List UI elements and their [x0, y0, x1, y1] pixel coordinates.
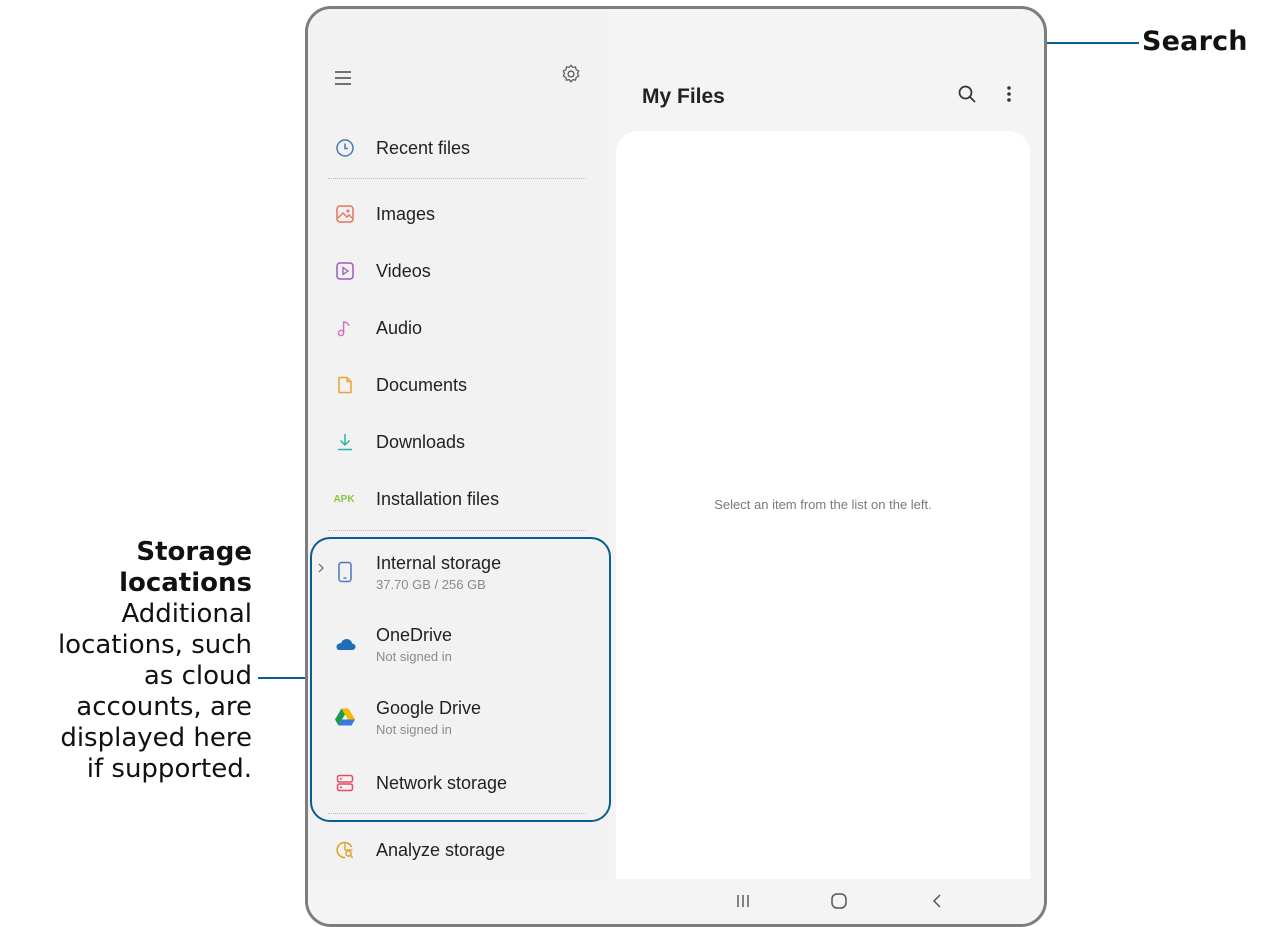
- sidebar-item-label: Videos: [376, 260, 431, 281]
- tablet-frame: Recent files Images Videos Audio Documen…: [305, 6, 1047, 927]
- sidebar-item-onedrive[interactable]: OneDrive Not signed in: [308, 619, 608, 669]
- storage-callout-title-1: Storage: [136, 537, 252, 567]
- sidebar-item-label: Installation files: [376, 488, 500, 509]
- clock-icon: [334, 137, 356, 159]
- sidebar: Recent files Images Videos Audio Documen…: [308, 9, 611, 879]
- recent-apps-icon[interactable]: [723, 887, 763, 915]
- music-note-icon: [334, 317, 356, 339]
- storage-callout-line-1: Additional: [121, 599, 252, 629]
- divider: [328, 178, 586, 179]
- sidebar-item-label: Network storage: [376, 772, 508, 793]
- onedrive-cloud-icon: [334, 633, 356, 655]
- sidebar-item-label: Google Drive: [376, 698, 482, 718]
- sidebar-item-internal-storage[interactable]: Internal storage 37.70 GB / 256 GB: [308, 547, 608, 597]
- sign-in-status-text: Not signed in: [376, 649, 452, 664]
- sidebar-item-audio[interactable]: Audio: [308, 305, 608, 351]
- sidebar-item-label: Analyze storage: [376, 839, 506, 860]
- search-icon[interactable]: [954, 81, 980, 107]
- sidebar-item-google-drive[interactable]: Google Drive Not signed in: [308, 692, 608, 742]
- storage-callout-line-5: displayed here: [60, 723, 252, 753]
- navigation-bar: [308, 879, 1044, 924]
- sidebar-item-label: Internal storage: [376, 553, 502, 573]
- sidebar-item-installation-files[interactable]: APK Installation files: [308, 476, 608, 522]
- video-icon: [334, 260, 356, 282]
- empty-state-message: Select an item from the list on the left…: [714, 497, 932, 512]
- storage-callout-line-4: accounts, are: [76, 692, 252, 722]
- sidebar-item-images[interactable]: Images: [308, 191, 608, 237]
- sidebar-item-downloads[interactable]: Downloads: [308, 419, 608, 465]
- search-callout-label: Search: [1142, 26, 1248, 57]
- page-title: My Files: [642, 85, 725, 108]
- storage-callout-line-6: if supported.: [86, 754, 252, 784]
- storage-callout: Storage locations Additional locations, …: [0, 537, 252, 785]
- sidebar-item-label: OneDrive: [376, 625, 453, 645]
- sidebar-item-videos[interactable]: Videos: [308, 248, 608, 294]
- google-drive-icon: [334, 706, 356, 728]
- sidebar-item-label: Recent files: [376, 137, 471, 158]
- download-icon: [334, 431, 356, 453]
- analyze-storage-icon: [334, 839, 356, 861]
- storage-callout-line-3: as cloud: [143, 661, 252, 691]
- sidebar-item-label: Images: [376, 203, 436, 224]
- sidebar-item-network-storage[interactable]: Network storage: [308, 760, 608, 806]
- storage-callout-line: [258, 677, 309, 679]
- storage-callout-title-2: locations: [119, 568, 252, 598]
- image-icon: [334, 203, 356, 225]
- sidebar-item-label: Downloads: [376, 431, 466, 452]
- sidebar-item-analyze-storage[interactable]: Analyze storage: [308, 827, 608, 873]
- apk-icon: APK: [333, 493, 355, 505]
- home-icon[interactable]: [819, 887, 859, 915]
- document-icon: [334, 374, 356, 396]
- more-options-icon[interactable]: [996, 81, 1022, 107]
- storage-callout-line-2: locations, such: [57, 630, 252, 660]
- back-icon[interactable]: [917, 887, 957, 915]
- divider: [328, 530, 586, 531]
- gear-icon[interactable]: [558, 61, 584, 87]
- sidebar-item-label: Documents: [376, 374, 468, 395]
- sidebar-item-documents[interactable]: Documents: [308, 362, 608, 408]
- phone-icon: [334, 561, 356, 583]
- sidebar-item-label: Audio: [376, 317, 423, 338]
- sidebar-item-recent-files[interactable]: Recent files: [308, 125, 608, 171]
- chevron-right-icon[interactable]: [316, 561, 326, 580]
- network-storage-icon: [334, 772, 356, 794]
- content-panel: Select an item from the list on the left…: [616, 131, 1030, 879]
- sign-in-status-text: Not signed in: [376, 722, 452, 737]
- menu-icon[interactable]: [330, 65, 356, 91]
- storage-usage-text: 37.70 GB / 256 GB: [376, 577, 486, 592]
- divider: [328, 813, 586, 814]
